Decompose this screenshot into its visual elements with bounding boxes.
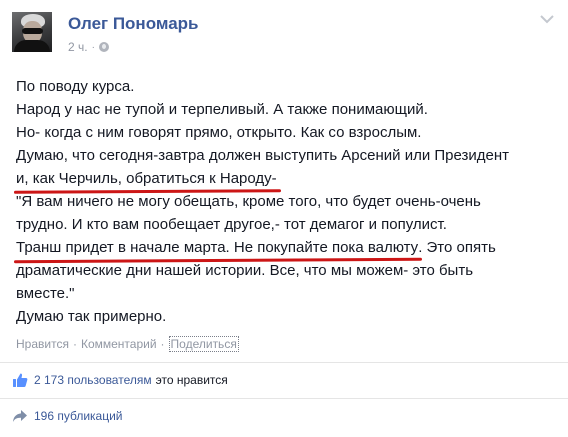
post-line: Народ у нас не тупой и терпеливый. А так… [16, 101, 428, 118]
red-underline-mark: Транш придет в начале марта. Не покупайт… [16, 236, 418, 259]
post-line: Думаю, что сегодня-завтра должен выступи… [16, 147, 510, 164]
like-link[interactable]: Нравится [16, 337, 69, 351]
post-line: "Я вам ничего не могу обещать, кроме тог… [16, 193, 481, 210]
like-thumb-icon [13, 373, 28, 387]
post-time[interactable]: 2 ч. [68, 40, 88, 54]
red-underline-mark: и, как Черчиль, обратиться к Народу- [16, 167, 277, 190]
share-arrow-icon [13, 410, 27, 422]
likes-summary: 2 173 пользователям это нравится [12, 372, 228, 388]
meta-separator: · [91, 41, 95, 53]
post-actions: Нравится · Комментарий · Поделиться [16, 336, 239, 352]
likes-count-link[interactable]: 2 173 пользователям [34, 373, 152, 387]
post-line: По поводу курса. [16, 78, 135, 95]
post-line-underlined: Транш придет в начале марта. Не покупайт… [16, 236, 561, 259]
post-line: Думаю так примерно. [16, 308, 167, 325]
avatar[interactable] [12, 12, 52, 52]
likes-text: это нравится [155, 373, 228, 387]
divider [0, 362, 568, 363]
post-meta: 2 ч. · [68, 40, 109, 54]
author-name[interactable]: Олег Пономарь [68, 14, 199, 34]
action-separator: · [160, 337, 165, 351]
post-line: трудно. И кто вам пообещает другое,- тот… [16, 216, 447, 233]
chevron-down-icon[interactable] [540, 14, 554, 24]
share-link[interactable]: Поделиться [168, 336, 239, 352]
facebook-post: Олег Пономарь 2 ч. · По поводу курса. На… [0, 0, 568, 437]
shares-summary: 196 публикаций [12, 409, 123, 423]
post-text: По поводу курса. Народ у нас не тупой и … [16, 75, 561, 328]
globe-icon[interactable] [98, 42, 109, 52]
shares-count-link[interactable]: 196 публикаций [34, 409, 123, 423]
divider [0, 398, 568, 399]
comment-link[interactable]: Комментарий [81, 337, 157, 351]
post-line: Но- когда с ним говорят прямо, открыто. … [16, 124, 422, 141]
post-line: вместе." [16, 285, 75, 302]
action-separator: · [72, 337, 77, 351]
post-line-underlined: и, как Черчиль, обратиться к Народу- [16, 167, 561, 190]
